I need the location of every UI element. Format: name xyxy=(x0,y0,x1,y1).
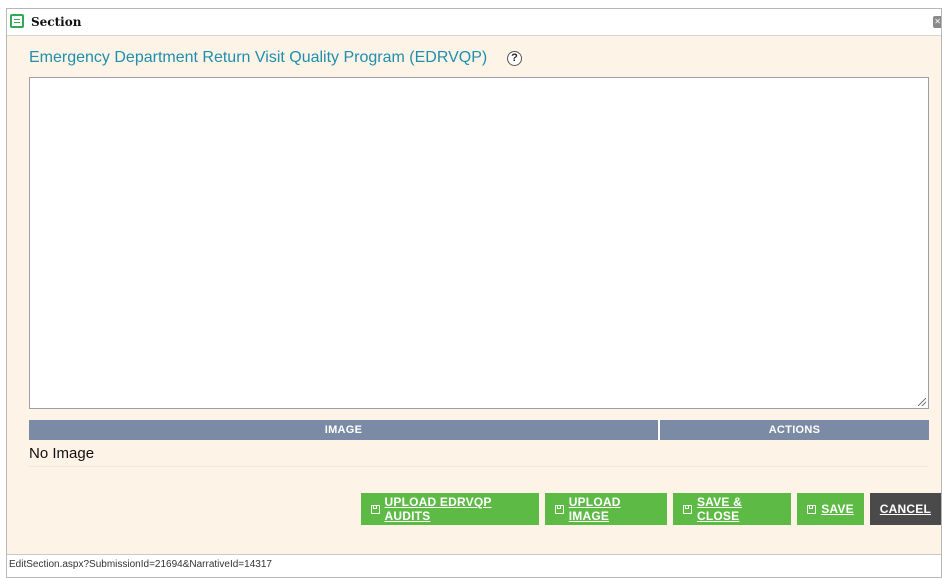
save-icon xyxy=(807,504,817,514)
upload-image-button[interactable]: UPLOAD IMAGE xyxy=(545,493,668,525)
image-grid-empty-row: No Image xyxy=(29,442,929,467)
upload-image-label: UPLOAD IMAGE xyxy=(568,495,621,523)
help-icon[interactable]: ? xyxy=(507,51,522,66)
upload-audits-button[interactable]: UPLOAD EDRVQP AUDITS xyxy=(361,493,540,525)
resize-handle-icon[interactable] xyxy=(918,398,926,406)
dialog-titlebar[interactable]: Section ✕ xyxy=(7,9,941,36)
close-icon[interactable]: ✕ xyxy=(933,16,941,28)
save-label: SAVE xyxy=(821,502,854,516)
status-url: EditSection.aspx?SubmissionId=21694&Narr… xyxy=(9,559,272,570)
page-title: Emergency Department Return Visit Qualit… xyxy=(29,49,488,66)
save-button[interactable]: SAVE xyxy=(797,493,864,525)
action-button-bar: UPLOAD EDRVQP AUDITS UPLOAD IMAGE SAVE &… xyxy=(361,493,941,525)
save-icon xyxy=(371,504,380,514)
upload-audits-label: UPLOAD EDRVQP AUDITS xyxy=(384,495,492,523)
save-icon xyxy=(683,504,692,514)
dialog-title: Section xyxy=(31,15,82,29)
narrative-textarea[interactable] xyxy=(29,77,929,409)
save-close-label: SAVE & CLOSE xyxy=(696,495,742,523)
image-grid-header: IMAGE ACTIONS xyxy=(29,420,929,440)
save-close-button[interactable]: SAVE & CLOSE xyxy=(673,493,792,525)
section-icon xyxy=(10,14,24,28)
save-icon xyxy=(555,504,564,514)
cancel-button[interactable]: CANCEL xyxy=(869,493,941,525)
cancel-label: CANCEL xyxy=(879,502,931,516)
column-header-actions: ACTIONS xyxy=(660,420,929,440)
status-bar: EditSection.aspx?SubmissionId=21694&Narr… xyxy=(7,554,941,577)
section-dialog: Section ✕ Emergency Department Return Vi… xyxy=(6,8,942,578)
column-header-image: IMAGE xyxy=(29,420,660,440)
no-image-text: No Image xyxy=(29,445,95,462)
